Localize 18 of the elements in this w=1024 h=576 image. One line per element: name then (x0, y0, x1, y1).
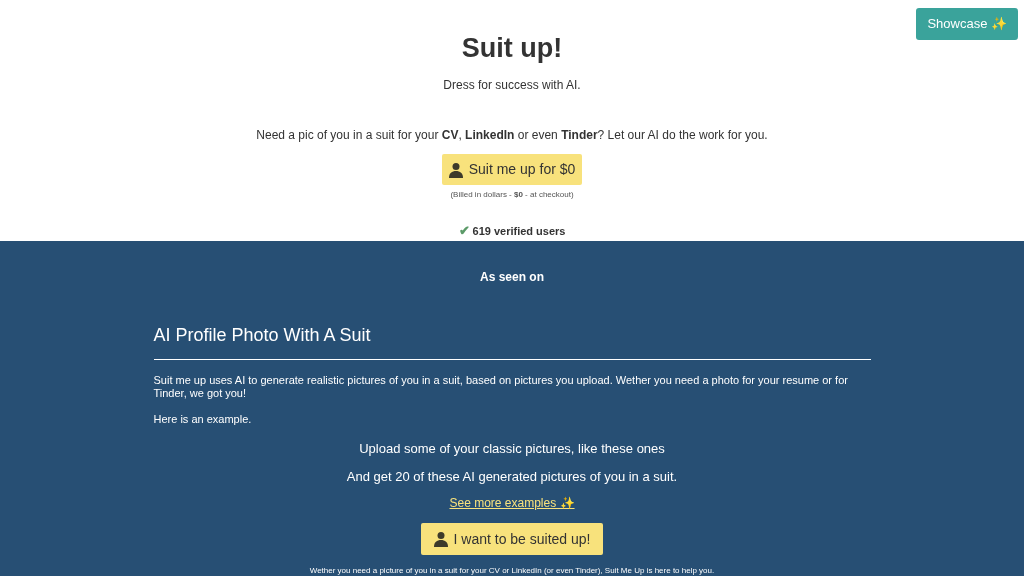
result-line: And get 20 of these AI generated pictures of you in a suit. (345, 467, 679, 486)
check-icon: ✔ (458, 221, 470, 241)
suited-up-button[interactable]: I want to be suited up! (420, 523, 604, 555)
body-paragraph: Here is an example. (153, 413, 253, 426)
page-title: Suit up! (461, 32, 563, 65)
person-icon (433, 531, 448, 547)
billing-note: (Billed in dollars - $0 - at checkout) (450, 189, 574, 201)
section-heading: AI Profile Photo With A Suit (153, 322, 871, 360)
upload-line: Upload some of your classic pictures, like these ones (358, 440, 666, 458)
verified-users: 619 verified users (472, 223, 566, 239)
footer-note: Wether you need a picture of you in a suit for your CV or LinkedIn (or even Tinder), Suit Me Up is here to help you. (309, 565, 715, 576)
as-seen-on-label: As seen on (479, 269, 545, 286)
suit-me-up-button[interactable]: Suit me up for $0 (441, 154, 583, 185)
pitch-text: Need a pic of you in a suit for your CV, LinkedIn or even Tinder? Let our AI do the work for you. (256, 127, 768, 144)
subtitle: Dress for success with AI. (443, 77, 581, 94)
body-paragraph: Suit me up uses AI to generate realistic pictures of you in a suit, based on pictures you upload. Wether you need a photo for your resume or for Tinder, we got you! (153, 374, 849, 400)
see-more-examples-link[interactable]: See more examples ✨ (449, 494, 575, 512)
person-icon (448, 161, 463, 178)
